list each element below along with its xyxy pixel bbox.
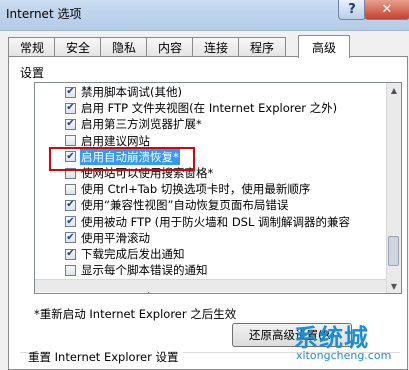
setting-label: 使用“兼容性视图”自动恢复页面布局错误 <box>81 198 289 213</box>
window-title: Internet 选项 <box>6 7 82 21</box>
setting-row[interactable]: 下载完成后发出通知 <box>35 246 186 262</box>
setting-row[interactable]: 使用 Ctrl+Tab 切换选项卡时，使用最新顺序 <box>35 181 311 197</box>
setting-label: 启用建议网站 <box>81 133 150 148</box>
setting-checkbox[interactable] <box>65 232 76 244</box>
setting-label: 下载完成后发出通知 <box>81 247 185 261</box>
reset-group-label: 重置 Internet Explorer 设置 <box>28 349 183 365</box>
close-icon: ✕ <box>381 2 393 17</box>
tab-security[interactable]: 安全 <box>54 37 102 57</box>
setting-row[interactable]: 启用建议网站 <box>35 133 151 149</box>
scroll-thumb[interactable] <box>388 236 399 266</box>
setting-label: 启用 FTP 文件夹视图(在 Internet Explorer 之外) <box>81 101 338 116</box>
setting-checkbox[interactable] <box>65 199 76 211</box>
scroll-up-icon[interactable]: ▲ <box>387 83 401 97</box>
tab-advanced[interactable]: 高级 <box>298 35 350 58</box>
setting-row[interactable]: 显示每个脚本错误的通知 <box>35 262 209 278</box>
setting-label: 禁用脚本调试(其他) <box>81 85 182 99</box>
settings-group-label: 设置 <box>20 66 45 80</box>
setting-row[interactable]: 使用“兼容性视图”自动恢复页面布局错误 <box>35 197 289 213</box>
setting-row[interactable]: 使网站可以使用搜索窗格* <box>35 165 214 181</box>
setting-row[interactable]: 使用平滑滚动 <box>35 230 151 246</box>
setting-checkbox[interactable] <box>65 183 76 195</box>
setting-label: 使网站可以使用搜索窗格* <box>81 166 214 180</box>
restart-note: *重新启动 Internet Explorer 之后生效 <box>34 307 237 321</box>
setting-checkbox[interactable] <box>65 118 76 130</box>
setting-checkbox[interactable] <box>65 135 76 147</box>
tab-programs[interactable]: 程序 <box>238 37 286 57</box>
tab-content[interactable]: 内容 <box>146 37 194 57</box>
settings-list[interactable]: 禁用脚本调试(其他) 启用 FTP 文件夹视图(在 Internet Explor… <box>34 82 402 294</box>
setting-checkbox[interactable] <box>65 86 76 98</box>
tab-privacy[interactable]: 隐私 <box>100 37 148 57</box>
horizontal-scrollbar[interactable] <box>35 279 386 292</box>
vertical-scrollbar[interactable]: ▲ ▼ <box>386 83 401 293</box>
setting-row[interactable]: 禁用脚本调试(其他) <box>35 84 183 100</box>
close-button[interactable]: ✕ <box>364 0 409 20</box>
setting-label: 启用自动崩溃恢复* <box>80 148 180 165</box>
setting-row[interactable]: 启用 FTP 文件夹视图(在 Internet Explorer 之外) <box>35 100 338 116</box>
tab-general[interactable]: 常规 <box>8 37 56 57</box>
setting-checkbox[interactable] <box>65 151 76 163</box>
setting-label: 使用 Ctrl+Tab 切换选项卡时，使用最新顺序 <box>81 182 311 197</box>
setting-row[interactable]: 使用被动 FTP (用于防火墙和 DSL 调制解调器的兼容 <box>35 214 351 230</box>
setting-row[interactable]: 启用自动崩溃恢复* <box>35 148 180 165</box>
restore-advanced-settings-button[interactable]: 还原高级设置(R) <box>232 323 352 347</box>
setting-checkbox[interactable] <box>65 248 76 260</box>
setting-checkbox[interactable] <box>65 167 76 179</box>
setting-label: 启用第三方浏览器扩展* <box>81 117 202 132</box>
setting-checkbox[interactable] <box>65 102 76 114</box>
setting-row[interactable]: 启用第三方浏览器扩展* <box>35 116 203 132</box>
setting-checkbox[interactable] <box>65 264 76 276</box>
tab-connections[interactable]: 连接 <box>192 37 240 57</box>
setting-checkbox[interactable] <box>65 216 76 228</box>
setting-label: 使用被动 FTP (用于防火墙和 DSL 调制解调器的兼容 <box>81 214 351 229</box>
setting-label: 显示每个脚本错误的通知 <box>81 263 208 278</box>
title-bar: Internet 选项 ? ✕ <box>0 0 409 31</box>
scroll-down-icon[interactable]: ▼ <box>387 279 401 293</box>
setting-label: 使用平滑滚动 <box>81 230 150 245</box>
help-button[interactable]: ? <box>338 0 366 20</box>
help-icon: ? <box>348 2 356 17</box>
